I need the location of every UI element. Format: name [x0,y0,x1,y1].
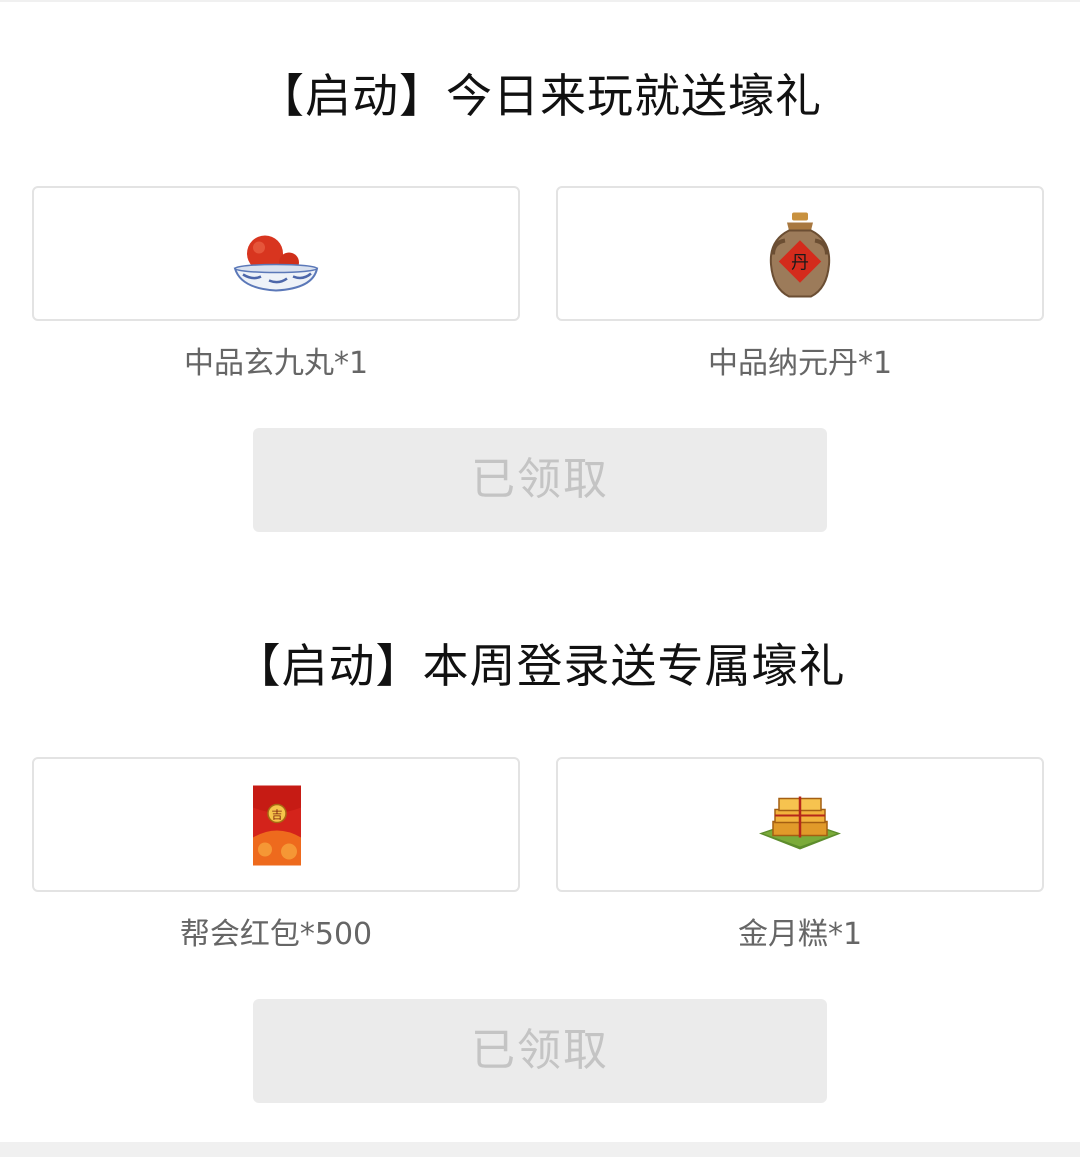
reward-panel: 【启动】今日来玩就送壕礼 中品玄九丸*1 丹 中品纳元丹*1 已领取 【启动】本… [0,2,1080,1142]
reward-label-2: 中品纳元丹*1 [707,346,893,381]
reward-label-4: 金月糕*1 [737,917,863,952]
svg-text:丹: 丹 [791,252,809,273]
reward-card-3: 吉 [32,757,520,892]
reward-card-2: 丹 [556,186,1044,321]
section-title-weekly: 【启动】本周登录送专属壕礼 [234,639,846,693]
svg-text:吉: 吉 [272,808,283,821]
golden-mooncake-icon [759,796,841,849]
section-title-daily: 【启动】今日来玩就送壕礼 [258,69,822,123]
reward-card-4 [556,757,1044,892]
red-envelope-icon: 吉 [253,785,301,865]
claimed-button-weekly[interactable]: 已领取 [253,999,827,1103]
elixir-jar-icon: 丹 [769,212,831,297]
reward-label-1: 中品玄九丸*1 [183,346,369,381]
reward-card-1 [32,186,520,321]
reward-label-3: 帮会红包*500 [179,917,373,952]
claimed-button-daily[interactable]: 已领取 [253,428,827,532]
pill-bowl-icon [233,235,319,292]
